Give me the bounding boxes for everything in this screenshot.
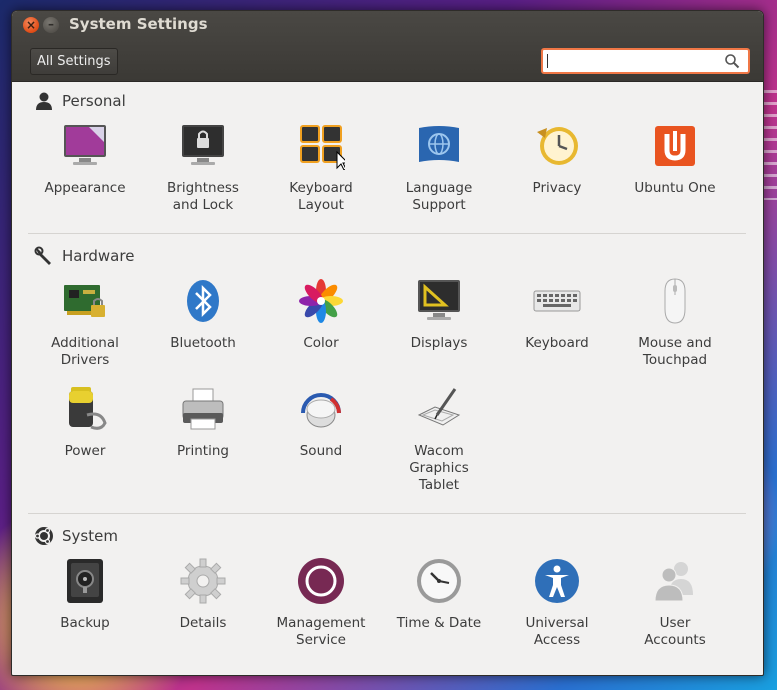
landscape-icon [298,558,344,604]
settings-item-keyboard[interactable]: Keyboard [502,277,612,352]
settings-item-label: Details [179,615,227,631]
color-icon [299,279,343,323]
settings-item-backup[interactable]: Backup [30,557,140,632]
settings-item-brightness-and-lock[interactable]: Brightness and Lock [148,122,258,214]
settings-item-label: Mouse and Touchpad [638,335,712,368]
clock-icon [417,559,461,603]
settings-item-additional-drivers[interactable]: Additional Drivers [30,277,140,369]
settings-item-mouse-and-touchpad[interactable]: Mouse and Touchpad [620,277,730,369]
brightness-lock-icon [182,125,224,165]
settings-item-label: Color [303,335,339,351]
additional-drivers-icon [64,285,105,317]
settings-item-label: Printing [177,443,229,459]
settings-item-label: Keyboard Layout [289,180,353,213]
text-cursor [547,54,548,68]
privacy-icon [537,127,578,165]
keyboard-layout-icon [300,125,350,171]
settings-item-label: Privacy [532,180,582,196]
settings-item-appearance[interactable]: Appearance [30,122,140,197]
settings-item-management-service[interactable]: Management Service [266,557,376,649]
keyboard-icon [533,290,581,312]
window-title: System Settings [69,15,208,33]
language-support-icon [419,126,459,162]
settings-item-label: Time & Date [396,615,482,631]
section-divider [28,513,746,514]
search-icon [725,54,740,69]
section-header-hardware: Hardware [34,245,134,267]
settings-content: Personal Appearance Brightness and Lock … [12,82,763,675]
section-divider [28,233,746,234]
safe-icon [67,559,103,603]
minimize-button[interactable]: – [43,17,59,33]
ubuntu-logo-icon [34,527,53,545]
appearance-icon [64,125,106,165]
gear-icon [180,558,226,604]
settings-item-label: Keyboard [525,335,589,351]
settings-item-label: Displays [410,335,468,351]
settings-item-label: Management Service [276,615,366,648]
settings-item-label: Bluetooth [170,335,236,351]
settings-item-time-and-date[interactable]: Time & Date [384,557,494,632]
settings-item-language-support[interactable]: Language Support [384,122,494,214]
settings-item-label: User Accounts [644,615,706,648]
close-button[interactable]: × [23,17,39,33]
settings-item-label: Backup [60,615,110,631]
section-header-personal: Personal [34,90,126,112]
power-icon [69,387,107,430]
settings-item-label: Brightness and Lock [167,180,239,213]
section-title-personal: Personal [62,92,126,110]
settings-item-label: Power [64,443,106,459]
settings-item-sound[interactable]: Sound [266,385,376,460]
graphics-tablet-icon [417,388,461,426]
sound-icon [301,393,341,428]
settings-item-label: Universal Access [525,615,589,648]
section-title-system: System [62,527,118,545]
settings-item-keyboard-layout[interactable]: Keyboard Layout [266,122,376,214]
displays-icon [418,280,460,320]
settings-item-displays[interactable]: Displays [384,277,494,352]
settings-item-label: Appearance [44,180,126,196]
all-settings-button[interactable]: All Settings [30,48,118,75]
section-header-system: System [34,525,118,547]
settings-item-details[interactable]: Details [148,557,258,632]
settings-item-label: Ubuntu One [634,180,716,196]
settings-item-printing[interactable]: Printing [148,385,258,460]
ubuntu-one-icon [655,126,695,166]
printer-icon [182,388,224,430]
settings-item-label: Sound [299,443,343,459]
settings-item-label: Language Support [405,180,473,213]
settings-item-user-accounts[interactable]: User Accounts [620,557,730,649]
settings-item-privacy[interactable]: Privacy [502,122,612,197]
settings-item-bluetooth[interactable]: Bluetooth [148,277,258,352]
settings-item-color[interactable]: Color [266,277,376,352]
accessibility-icon [535,559,579,603]
settings-item-label: Additional Drivers [51,335,119,368]
person-icon [36,92,52,110]
bluetooth-icon [187,280,219,322]
settings-item-power[interactable]: Power [30,385,140,460]
titlebar: × – System Settings All Settings [12,11,763,82]
system-settings-window: × – System Settings All Settings Persona… [11,10,764,676]
settings-item-label: Wacom Graphics Tablet [409,443,469,493]
section-title-hardware: Hardware [62,247,135,265]
mouse-icon [664,278,686,324]
wrench-icon [34,246,51,265]
settings-item-universal-access[interactable]: Universal Access [502,557,612,649]
settings-item-ubuntu-one[interactable]: Ubuntu One [620,122,730,197]
users-icon [654,562,693,602]
search-input[interactable] [541,48,750,74]
settings-item-wacom-graphics-tablet[interactable]: Wacom Graphics Tablet [384,385,494,494]
